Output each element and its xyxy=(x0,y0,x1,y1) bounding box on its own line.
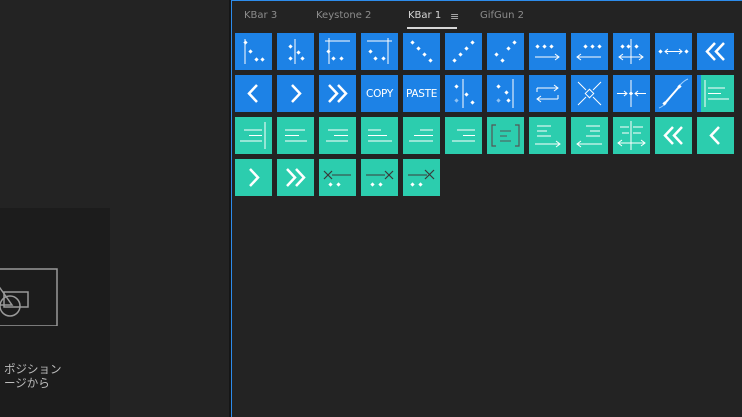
justify-left-icon xyxy=(368,129,392,142)
chevron-right-icon xyxy=(291,84,302,103)
kbar-button-stagger-up[interactable] xyxy=(445,33,482,70)
kbar-button-text-move-left[interactable] xyxy=(571,117,608,154)
new-composition-text: ポジション ージから xyxy=(4,362,62,390)
paste-button-label: PASTE xyxy=(405,87,438,100)
bracket-text-icon xyxy=(491,124,520,147)
shift-keys-right-icon xyxy=(535,44,560,61)
kbar-button-delete-keys-center[interactable] xyxy=(403,159,440,196)
kbar-button-teal-last[interactable] xyxy=(277,159,314,196)
align-left-icon xyxy=(285,129,307,142)
copy-button[interactable]: COPY xyxy=(361,75,398,112)
stagger-random-icon xyxy=(494,40,517,63)
kbar-button-expand-keys[interactable] xyxy=(655,33,692,70)
kbar-button-delete-keys-left[interactable] xyxy=(319,159,356,196)
kbar-button-bracket-text[interactable] xyxy=(487,117,524,154)
stagger-up-icon xyxy=(452,40,475,63)
kbar-button-prev-frame[interactable] xyxy=(235,75,272,112)
collapse-center-icon xyxy=(577,81,602,106)
kbar-button-stagger-down[interactable] xyxy=(403,33,440,70)
chevron-left-icon xyxy=(709,126,720,145)
text-spread-icon xyxy=(617,121,646,150)
kbar-button-easing-curve[interactable] xyxy=(655,75,692,112)
kbar-button-align-text-left-bar[interactable] xyxy=(697,75,734,112)
keyframes-center-icon xyxy=(288,39,305,64)
composition-shapes-icon xyxy=(0,268,58,326)
copy-button-label: COPY xyxy=(366,87,393,100)
kbar-button-last-frame[interactable] xyxy=(319,75,356,112)
kbar-button-shift-keys-right[interactable] xyxy=(529,33,566,70)
align-right-icon xyxy=(326,129,348,142)
chevron-right-icon xyxy=(249,168,260,187)
delete-keys-center-icon xyxy=(408,169,435,187)
swap-arrows-icon xyxy=(536,84,559,103)
spread-keys-icon xyxy=(618,39,644,64)
align-right-bar-icon xyxy=(240,122,266,149)
shift-keys-left-icon xyxy=(576,44,602,61)
tab-kbar-1[interactable]: KBar 1 xyxy=(408,10,441,21)
kbar-button-text-spread[interactable] xyxy=(613,117,650,154)
delete-keys-left-icon xyxy=(323,170,351,187)
align-left-bar-icon xyxy=(697,75,729,112)
double-chevron-left-icon xyxy=(705,42,725,61)
easing-curve-icon xyxy=(658,78,689,109)
kbar-button-stagger-random[interactable] xyxy=(487,33,524,70)
tab-kbar-3[interactable]: KBar 3 xyxy=(244,10,277,21)
text-arrow-left-icon xyxy=(576,125,602,148)
kbar-button-keys-offset-right[interactable] xyxy=(487,75,524,112)
kbar-button-text-move-right[interactable] xyxy=(529,117,566,154)
kbar-button-align-right[interactable] xyxy=(319,117,356,154)
tab-bar: KBar 3 Keystone 2 KBar 1 ≡ GifGun 2 xyxy=(232,1,742,31)
kbar-button-align-right-bar[interactable] xyxy=(235,117,272,154)
kbar-button-shift-keys-left[interactable] xyxy=(571,33,608,70)
tab-keystone-2[interactable]: Keystone 2 xyxy=(316,10,371,21)
kbar-button-align-center[interactable] xyxy=(445,117,482,154)
keyframes-step-icon xyxy=(243,39,265,64)
kbar-button-align-justify-right[interactable] xyxy=(403,117,440,154)
kbar-button-delete-keys-right[interactable] xyxy=(361,159,398,196)
kbar-button-collapse-center[interactable] xyxy=(571,75,608,112)
kbar-button-align-justify-left[interactable] xyxy=(361,117,398,154)
trim-bracket-right-icon xyxy=(367,38,392,64)
kbar-button-teal-first[interactable] xyxy=(655,117,692,154)
stagger-down-icon xyxy=(410,40,433,63)
kbar-button-align-left[interactable] xyxy=(277,117,314,154)
kbar-button-teal-prev[interactable] xyxy=(697,117,734,154)
kbar-button-swap[interactable] xyxy=(529,75,566,112)
double-chevron-left-icon xyxy=(663,126,683,145)
delete-keys-right-icon xyxy=(366,170,394,187)
kbar-button-spread-keys[interactable] xyxy=(613,33,650,70)
composition-text-line2: ージから xyxy=(4,376,50,390)
kbar-button-keys-offset[interactable] xyxy=(445,75,482,112)
panel-menu-icon[interactable]: ≡ xyxy=(450,10,459,23)
kbar-button-next-frame[interactable] xyxy=(277,75,314,112)
keys-offset-right-icon xyxy=(496,79,514,108)
text-arrow-right-icon xyxy=(535,125,561,148)
active-tab-indicator xyxy=(407,27,457,29)
kbar-button-keyframes-center[interactable] xyxy=(277,33,314,70)
kbar-button-trim-left[interactable] xyxy=(319,33,356,70)
kbar-button-teal-next[interactable] xyxy=(235,159,272,196)
tab-gifgun-2[interactable]: GifGun 2 xyxy=(480,10,524,21)
kbar-button-trim-right[interactable] xyxy=(361,33,398,70)
chevron-left-icon xyxy=(247,84,258,103)
paste-button[interactable]: PASTE xyxy=(403,75,440,112)
gather-keys-icon xyxy=(617,80,646,107)
expand-keys-icon xyxy=(658,48,689,55)
double-chevron-right-icon xyxy=(286,168,306,187)
kbar-button-first-frame[interactable] xyxy=(697,33,734,70)
align-center-icon xyxy=(452,129,475,142)
double-chevron-right-icon xyxy=(328,84,348,103)
kbar-button-gather-keys[interactable] xyxy=(613,75,650,112)
justify-right-icon xyxy=(409,129,433,142)
kbar-button-keyframes-down[interactable] xyxy=(235,33,272,70)
trim-bracket-left-icon xyxy=(325,38,350,64)
keys-offset-icon xyxy=(454,79,475,108)
composition-text-line1: ポジション xyxy=(4,362,62,376)
kbar-panel: KBar 3 Keystone 2 KBar 1 ≡ GifGun 2 COPY… xyxy=(231,0,742,417)
